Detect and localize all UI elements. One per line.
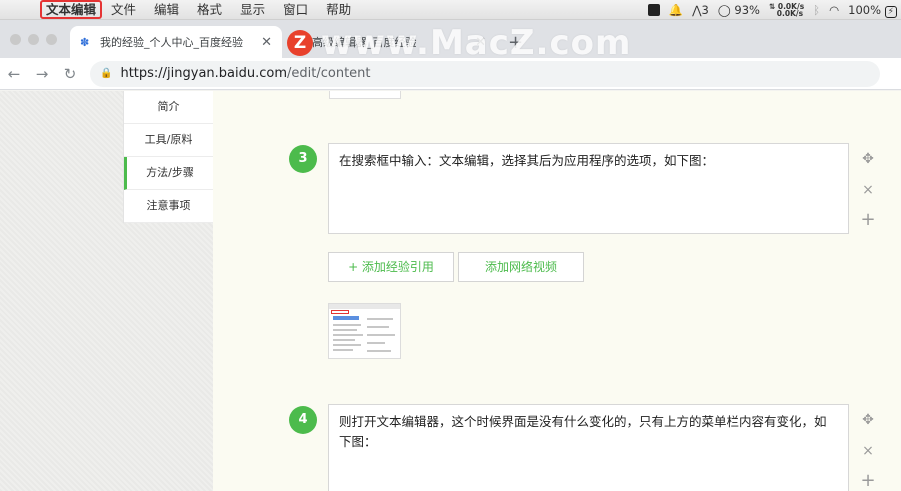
step-text-editor[interactable]: 则打开文本编辑器，这个时候界面是没有什么变化的，只有上方的菜单栏内容有变化，如下…	[328, 404, 849, 491]
page-content: 简介 工具/原料 方法/步骤 注意事项 3 在搜索框中输入：文本编辑，选择其后为…	[0, 91, 901, 491]
thumb-menubar	[329, 304, 400, 309]
thumb-line	[367, 342, 385, 344]
url-host: https://jingyan.baidu.com	[120, 66, 288, 81]
menu-app-textedit[interactable]: 文本编辑	[40, 0, 103, 19]
notification-count: 3	[701, 3, 709, 17]
baidu-paw-icon: ✽	[80, 35, 90, 49]
step-image-thumbnail[interactable]	[328, 303, 401, 359]
delete-icon[interactable]: ×	[858, 182, 878, 198]
tab-bar: ✽ 我的经验_个人中心_百度经验 ✕ 高级编辑器_百度经验 ✕ + Z www.…	[0, 20, 901, 63]
browser-toolbar: ← → ↻ 🔒 https://jingyan.baidu.com/edit/c…	[0, 58, 901, 90]
menu-help[interactable]: 帮助	[317, 0, 360, 20]
watermark-text: www.MacZ.com	[321, 23, 632, 63]
watermark-logo: Z	[287, 30, 313, 56]
add-icon[interactable]: +	[858, 470, 878, 491]
wifi-icon[interactable]: ◠	[829, 3, 839, 17]
grid-icon[interactable]	[647, 4, 660, 16]
thumb-line	[333, 324, 361, 326]
menu-view[interactable]: 显示	[231, 0, 274, 20]
tab-my-experience[interactable]: ✽ 我的经验_个人中心_百度经验 ✕	[70, 26, 282, 58]
thumb-line	[333, 334, 363, 336]
thumb-selection	[333, 316, 359, 320]
menu-format[interactable]: 格式	[188, 0, 231, 20]
thumb-line	[333, 339, 355, 341]
thumb-highlight	[331, 310, 349, 314]
editor-area: 3 在搜索框中输入：文本编辑，选择其后为应用程序的选项，如下图： ✥ × + +…	[213, 91, 901, 491]
window-minimize-dot[interactable]	[28, 34, 39, 45]
battery-status[interactable]: 100% ⚡	[848, 3, 897, 18]
status-area: 🔔 ⋀3 ◯ 93% ⇅ 0.0K/s 0.0K/s ᛒ ◠ 100% ⚡	[647, 0, 897, 20]
menu-file[interactable]: 文件	[102, 0, 145, 20]
battery-full-text: 100%	[848, 3, 882, 17]
add-reference-button[interactable]: + 添加经验引用	[328, 252, 454, 282]
address-bar[interactable]: 🔒 https://jingyan.baidu.com/edit/content	[90, 60, 880, 87]
add-icon[interactable]: +	[858, 209, 878, 230]
thumb-line	[367, 318, 393, 320]
previous-block-edge	[329, 91, 401, 99]
close-icon[interactable]: ✕	[261, 35, 272, 50]
thumb-line	[367, 334, 395, 336]
net-down: 0.0K/s	[776, 9, 804, 18]
delete-icon[interactable]: ×	[858, 443, 878, 459]
url-path: /edit/content	[287, 66, 371, 81]
url-text[interactable]: https://jingyan.baidu.com/edit/content	[120, 66, 370, 81]
sidenav-item-steps[interactable]: 方法/步骤	[124, 157, 213, 190]
sidenav-item-notes[interactable]: 注意事项	[124, 190, 213, 223]
back-arrow-icon[interactable]: ←	[0, 65, 28, 83]
menu-window[interactable]: 窗口	[274, 0, 317, 20]
tab-title: 我的经验_个人中心_百度经验	[100, 36, 243, 49]
window-close-dot[interactable]	[10, 34, 21, 45]
menu-edit[interactable]: 编辑	[145, 0, 188, 20]
network-speed[interactable]: ⇅ 0.0K/s 0.0K/s	[769, 3, 804, 18]
notification-badge[interactable]: ⋀3	[692, 3, 709, 17]
sidenav-item-intro[interactable]: 简介	[124, 91, 213, 124]
side-navigation: 简介 工具/原料 方法/步骤 注意事项	[123, 91, 213, 223]
step-number-badge: 3	[289, 145, 317, 173]
battery-percent: 93%	[734, 3, 760, 17]
thumb-line	[333, 344, 361, 346]
step-text-editor[interactable]: 在搜索框中输入：文本编辑，选择其后为应用程序的选项，如下图：	[328, 143, 849, 234]
battery-icon: ⚡	[884, 6, 897, 18]
move-icon[interactable]: ✥	[858, 412, 878, 428]
step-number-badge: 4	[289, 406, 317, 434]
thumb-line	[367, 326, 389, 328]
move-icon[interactable]: ✥	[858, 151, 878, 167]
sidenav-item-tools[interactable]: 工具/原料	[124, 124, 213, 157]
bell-icon[interactable]: 🔔	[669, 3, 683, 17]
thumb-line	[333, 349, 353, 351]
reload-icon[interactable]: ↻	[56, 65, 84, 83]
macos-menubar: 文本编辑 文件 编辑 格式 显示 窗口 帮助 🔔 ⋀3 ◯ 93% ⇅ 0.0K…	[0, 0, 901, 20]
add-video-button[interactable]: 添加网络视频	[458, 252, 584, 282]
thumb-line	[333, 329, 357, 331]
lock-icon[interactable]: 🔒	[100, 68, 112, 79]
watermark: Z www.MacZ.com	[287, 23, 632, 63]
forward-arrow-icon[interactable]: →	[28, 65, 56, 83]
battery-ring[interactable]: ◯ 93%	[718, 3, 760, 17]
bluetooth-icon[interactable]: ᛒ	[813, 3, 820, 17]
window-zoom-dot[interactable]	[46, 34, 57, 45]
thumb-line	[367, 350, 391, 352]
